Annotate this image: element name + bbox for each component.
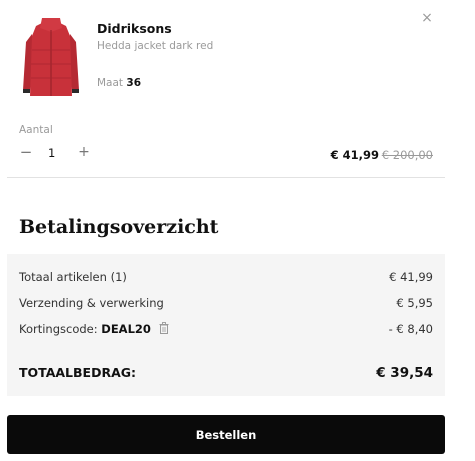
summary-row-label: Totaal artikelen (1)	[19, 270, 127, 284]
plus-icon: +	[78, 144, 90, 160]
product-image[interactable]	[18, 12, 84, 104]
remove-item-button[interactable]: ×	[418, 9, 436, 27]
summary-row-label: Kortingscode:	[19, 322, 98, 336]
size-value: 36	[126, 77, 142, 89]
trash-icon[interactable]	[159, 322, 169, 334]
total-value: € 39,54	[376, 365, 433, 381]
total-label: TOTAALBEDRAG:	[19, 365, 137, 380]
decrease-quantity-button[interactable]: −	[18, 144, 34, 160]
discount-code: DEAL20	[101, 322, 151, 336]
minus-icon: −	[19, 143, 33, 161]
summary-row-value: - € 8,40	[388, 322, 433, 336]
red-jacket-icon	[23, 18, 79, 96]
quantity-value: 1	[48, 146, 56, 160]
price-current: € 41,99	[330, 148, 379, 162]
product-brand: Didriksons	[97, 21, 172, 36]
size-label: Maat	[97, 77, 124, 89]
summary-row-shipping: Verzending & verwerking € 5,95	[19, 296, 433, 310]
total-row: TOTAALBEDRAG: € 39,54	[19, 365, 433, 381]
divider	[7, 177, 445, 178]
increase-quantity-button[interactable]: +	[76, 144, 92, 160]
order-button[interactable]: Bestellen	[7, 415, 445, 454]
summary-row-value: € 41,99	[389, 270, 433, 284]
summary-row-items: Totaal artikelen (1) € 41,99	[19, 270, 433, 284]
summary-row-label: Verzending & verwerking	[19, 296, 164, 310]
price-original: € 200,00	[381, 148, 433, 162]
quantity-label: Aantal	[19, 124, 53, 136]
summary-row-value: € 5,95	[396, 296, 433, 310]
cart-item: Didriksons Hedda jacket dark red Maat 36…	[0, 0, 475, 178]
product-size: Maat 36	[97, 77, 141, 89]
close-icon: ×	[421, 10, 433, 26]
discount-label-group: Kortingscode: DEAL20	[19, 322, 169, 336]
summary-title: Betalingsoverzicht	[19, 216, 219, 238]
summary-panel: Totaal artikelen (1) € 41,99 Verzending …	[7, 254, 445, 396]
product-name[interactable]: Hedda jacket dark red	[97, 40, 213, 52]
summary-row-discount: Kortingscode: DEAL20 - € 8,40	[19, 322, 433, 336]
